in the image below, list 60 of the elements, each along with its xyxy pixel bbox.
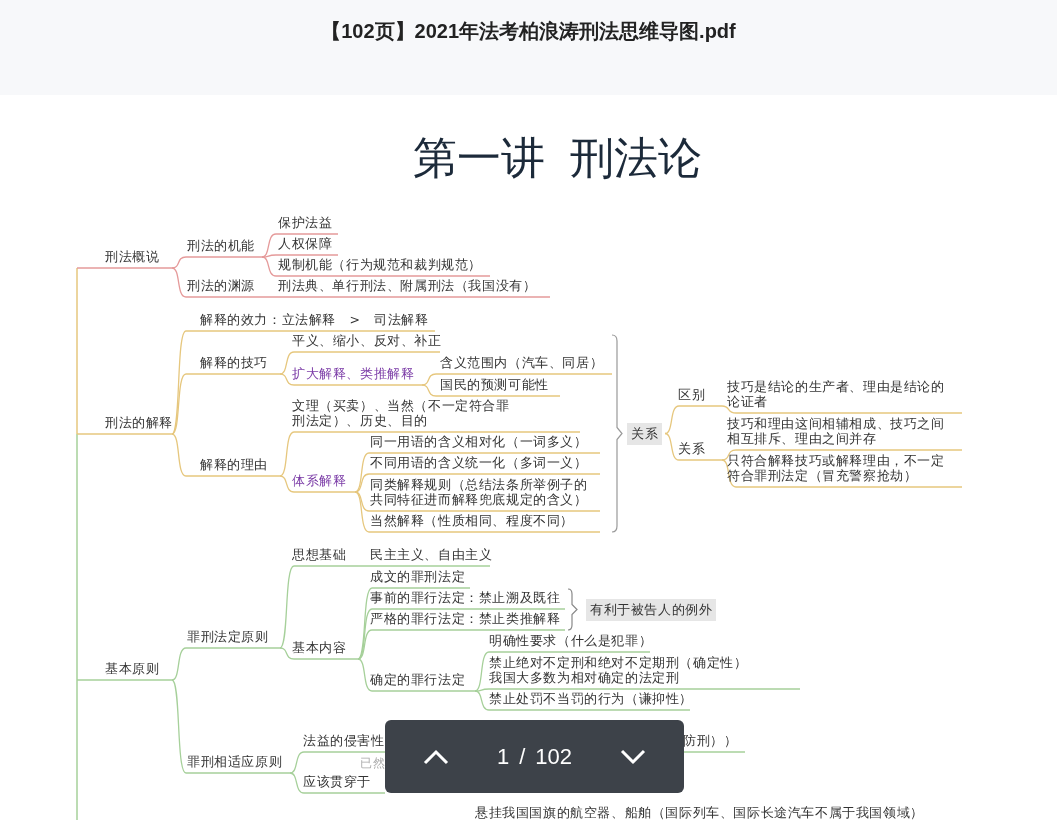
node-label: 同类解释规则（总结法条所举例子的	[370, 477, 588, 492]
note-label: 关系	[627, 422, 663, 445]
node-label: 禁止处罚不当罚的行为（谦抑性）	[489, 691, 693, 706]
node-label: 区别	[678, 387, 706, 402]
node-label: 防刑））	[683, 733, 738, 748]
node-label: 刑法的渊源	[187, 278, 255, 293]
node-label: 扩大解释、类推解释	[292, 366, 415, 381]
node-label: 基本内容	[292, 640, 347, 655]
brace-line	[567, 588, 578, 631]
node-label: 法益的侵害性	[303, 733, 385, 748]
node-label: 保护法益	[278, 215, 333, 230]
node-label: 技巧和理由这间相辅相成、技巧之间	[727, 416, 945, 431]
chevron-down-icon	[620, 748, 647, 765]
node-label: 解释的效力：立法解释 > 司法解释	[200, 312, 429, 327]
node-label: 确定的罪行法定	[370, 672, 466, 687]
node-label: 不同用语的含义统一化（多词一义）	[370, 455, 588, 470]
document-title: 【102页】2021年法考柏浪涛刑法思维导图.pdf	[321, 19, 736, 44]
node-label: 只符合解释技巧或解释理由，不一定	[727, 453, 945, 468]
node-label: 成文的罪刑法定	[370, 569, 466, 584]
node-label: 文理（买卖）、当然（不一定符合罪	[292, 398, 510, 413]
node-label: 关系	[678, 441, 706, 456]
chevron-up-icon	[422, 748, 449, 765]
node-label: 规制机能（行为规范和裁判规范）	[278, 257, 482, 272]
node-label: 罪刑相适应原则	[187, 754, 283, 769]
page-heading: 第一讲 刑法论	[413, 133, 702, 185]
node-label: 相互排斥、理由之间并存	[727, 431, 877, 446]
node-label: 体系解释	[292, 473, 347, 488]
node-label: 已然	[360, 756, 386, 771]
node-label: 刑法典、单行刑法、附属刑法（我国没有）	[278, 278, 537, 293]
node-label: 论证者	[727, 394, 768, 409]
node-label: 技巧是结论的生产者、理由是结论的	[727, 379, 945, 394]
node-label: 符合罪刑法定（冒充警察抢劫）	[727, 468, 918, 483]
node-label: 当然解释（性质相同、程度不同）	[370, 513, 574, 528]
node-label: 严格的罪行法定：禁止类推解释	[370, 611, 561, 626]
node-label: 禁止绝对不定刑和绝对不定期刑（确定性）	[489, 655, 748, 670]
node-label: 刑法概说	[105, 249, 160, 264]
node-label: 思想基础	[292, 547, 347, 562]
node-label: 国民的预测可能性	[440, 377, 549, 392]
node-label: 基本原则	[105, 661, 160, 676]
node-label: 罪刑法定原则	[187, 629, 269, 644]
page-total: 102	[535, 743, 573, 770]
page-separator: /	[519, 743, 526, 770]
node-label: 解释的技巧	[200, 355, 268, 370]
node-label: 悬挂我国国旗的航空器、船舶（国际列车、国际长途汽车不属于我国领域）	[475, 805, 924, 820]
note-label: 有利于被告人的例外	[586, 598, 717, 621]
node-label: 应该贯穿于	[303, 774, 371, 789]
node-label: 刑法的解释	[105, 415, 173, 430]
node-label: 明确性要求（什么是犯罪）	[489, 633, 653, 648]
node-label: 刑法定）、历史、目的	[292, 413, 428, 428]
node-label: 含义范围内（汽车、同居）	[440, 355, 604, 370]
node-label: 我国大多数为相对确定的法定刑	[489, 670, 680, 685]
node-label: 同一用语的含义相对化（一词多义）	[370, 434, 588, 449]
node-label: 平义、缩小、反对、补正	[292, 333, 442, 348]
node-label: 民主主义、自由主义	[370, 547, 493, 562]
node-label: 解释的理由	[200, 457, 268, 472]
node-label: 共同特征进而解释兜底规定的含义）	[370, 492, 588, 507]
page-number: 1	[496, 743, 510, 770]
node-label: 刑法的机能	[187, 238, 255, 253]
node-label: 人权保障	[278, 236, 333, 251]
node-label: 事前的罪行法定：禁止溯及既往	[370, 590, 561, 605]
